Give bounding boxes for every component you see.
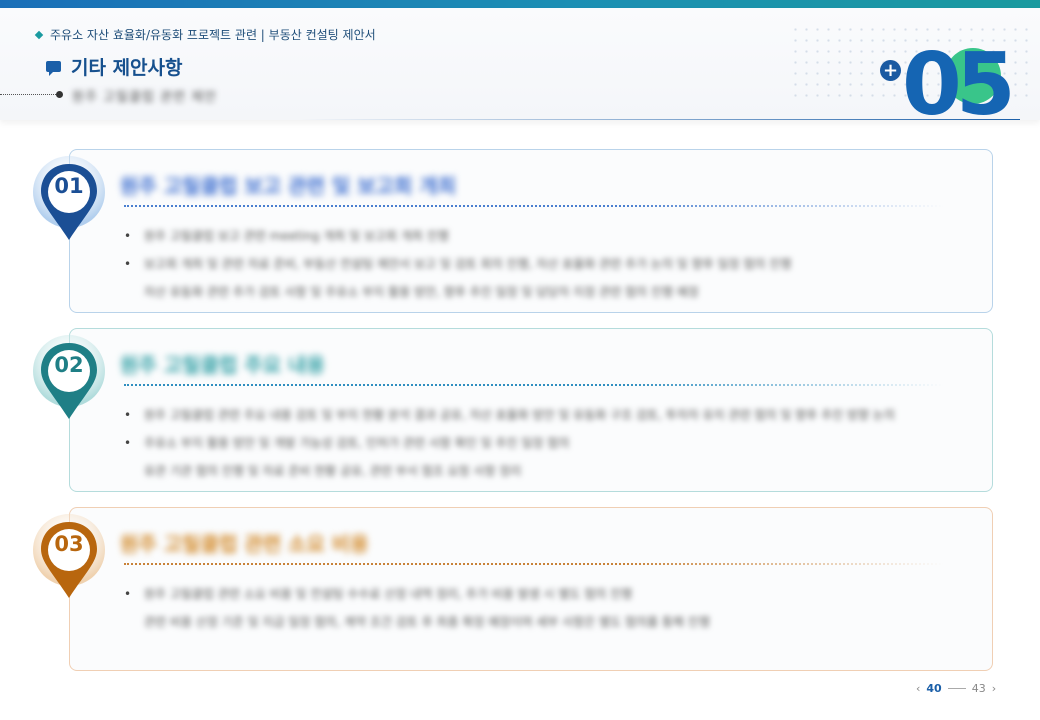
card-divider [124,563,944,567]
pagination: ‹ 40 43 › [916,682,996,695]
card-divider [124,384,944,388]
map-pin-icon [33,335,105,419]
subtitle-bullet-dot [56,91,63,98]
bullet-text: 주유소 부지 활용 방안 및 개발 가능성 검토, 인허가 관련 사항 확인 및… [144,436,570,450]
chevron-right-icon[interactable]: › [992,682,996,695]
number-pin-03: 03 [32,510,108,620]
page-title-row: 기타 제안사항 [46,53,183,80]
list-item: • 원주 고릴클럽 보고 관련 meeting 개최 및 보고회 개최 진행 [122,222,942,250]
chevron-left-icon[interactable]: ‹ [916,682,920,695]
bullet-list: • 원주 고릴클럽 관련 주요 내용 검토 및 부지 현황 분석 결과 공유, 자… [122,401,942,485]
pin-number: 02 [54,353,84,377]
card-heading: 원주 고릴클럽 관련 소요 비용 [120,532,369,556]
bullet-text: 원주 고릴클럽 관련 소요 비용 및 컨설팅 수수료 산정 내역 정리, 추가 … [144,587,633,601]
diamond-icon [34,30,44,39]
card-heading: 원주 고릴클럽 보고 관련 및 보고회 개최 [120,174,457,198]
page-title: 기타 제안사항 [71,57,183,79]
bullet-list: • 원주 고릴클럽 관련 소요 비용 및 컨설팅 수수료 산정 내역 정리, 추가… [122,580,942,636]
card-divider [124,205,944,209]
bullet-text-continued: 관련 비용 산정 기준 및 지급 일정 협의, 계약 조건 검토 후 최종 확정… [144,615,710,629]
current-page: 40 [926,682,942,695]
subtitle-leader-line [0,94,58,95]
list-item: • 보고회 개최 및 관련 자료 준비, 부동산 컨설팅 제안서 보고 및 검토 … [122,250,942,306]
breadcrumb-text: 주유소 자산 효율화/유동화 프로젝트 관련 | 부동산 컨설팅 제안서 [50,28,376,42]
proposal-card-1: 원주 고릴클럽 보고 관련 및 보고회 개최 • 원주 고릴클럽 보고 관련 me… [69,149,993,313]
list-item: • 원주 고릴클럽 관련 소요 비용 및 컨설팅 수수료 산정 내역 정리, 추가… [122,580,942,636]
section-number-badge: 05 + [880,30,1030,120]
speech-bubble-icon [46,61,61,76]
pin-number: 01 [54,174,84,198]
number-pin-02: 02 [32,331,108,441]
proposal-card-3: 원주 고릴클럽 관련 소요 비용 • 원주 고릴클럽 관련 소요 비용 및 컨설팅… [69,507,993,671]
breadcrumb: 주유소 자산 효율화/유동화 프로젝트 관련 | 부동산 컨설팅 제안서 [34,26,376,43]
top-accent-bar [0,0,1040,8]
proposal-card-2: 원주 고릴클럽 주요 내용 • 원주 고릴클럽 관련 주요 내용 검토 및 부지 … [69,328,993,492]
bullet-text-continued: 유관 기관 협의 진행 및 자료 준비 현황 공유, 관련 부서 협조 요청 사… [144,464,522,478]
map-pin-icon [33,514,105,598]
bullet-text: 원주 고릴클럽 보고 관련 meeting 개최 및 보고회 개최 진행 [144,229,449,243]
list-item: • 주유소 부지 활용 방안 및 개발 가능성 검토, 인허가 관련 사항 확인 … [122,429,942,485]
page-subtitle: 원주 고릴클럽 관련 제안 [72,90,217,105]
bullet-list: • 원주 고릴클럽 보고 관련 meeting 개최 및 보고회 개최 진행 • 보… [122,222,942,306]
header-divider [300,119,1020,120]
total-pages: 43 [971,682,986,695]
pin-number: 03 [54,532,84,556]
bullet-text-continued: 자산 유동화 관련 추가 검토 사항 및 주유소 부지 활용 방안, 향후 추진… [144,285,699,299]
bullet-text: 보고회 개최 및 관련 자료 준비, 부동산 컨설팅 제안서 보고 및 검토 회… [144,257,792,271]
pager-separator [947,688,966,689]
number-pin-01: 01 [32,152,108,262]
map-pin-icon [33,156,105,240]
list-item: • 원주 고릴클럽 관련 주요 내용 검토 및 부지 현황 분석 결과 공유, 자… [122,401,942,429]
bullet-text: 원주 고릴클럽 관련 주요 내용 검토 및 부지 현황 분석 결과 공유, 자산… [144,408,895,422]
section-number: 05 [902,35,1016,120]
plus-icon: + [880,60,901,81]
card-heading: 원주 고릴클럽 주요 내용 [120,353,325,377]
